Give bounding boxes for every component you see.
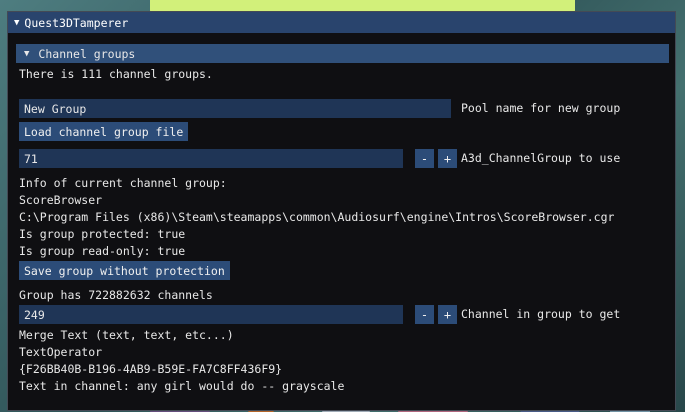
- group-count-text: There is 111 channel groups.: [19, 67, 213, 81]
- group-path-text: C:\Program Files (x86)\Steam\steamapps\c…: [19, 210, 615, 224]
- tamperer-window: ▼ Quest3DTamperer ▼ Channel groups There…: [7, 11, 676, 411]
- group-increment-button[interactable]: +: [438, 149, 457, 168]
- channel-name-text: TextOperator: [19, 345, 103, 359]
- channel-guid-text: {F26BB40B-B196-4AB9-B59E-FA7C8FF436F9}: [19, 362, 283, 376]
- pool-name-label: Pool name for new group: [461, 101, 621, 115]
- group-readonly-text: Is group read-only: true: [19, 244, 186, 258]
- channel-group-label: A3d_ChannelGroup to use: [461, 151, 621, 165]
- channel-index-input[interactable]: 249: [19, 305, 403, 324]
- window-title: Quest3DTamperer: [24, 15, 129, 30]
- group-name-text: ScoreBrowser: [19, 193, 103, 207]
- pool-name-input[interactable]: New Group: [19, 99, 451, 118]
- channel-type-text: Merge Text (text, text, etc...): [19, 328, 234, 342]
- channel-groups-header[interactable]: ▼ Channel groups: [16, 44, 669, 63]
- group-decrement-button[interactable]: -: [415, 149, 434, 168]
- info-heading: Info of current channel group:: [19, 176, 227, 190]
- window-titlebar[interactable]: ▼ Quest3DTamperer: [8, 12, 675, 33]
- channel-decrement-button[interactable]: -: [415, 305, 434, 324]
- triangle-down-icon[interactable]: ▼: [24, 49, 29, 59]
- section-title: Channel groups: [38, 46, 136, 61]
- group-protected-text: Is group protected: true: [19, 227, 186, 241]
- triangle-down-icon[interactable]: ▼: [14, 18, 19, 28]
- channel-content-text: Text in channel: any girl would do -- gr…: [19, 379, 345, 393]
- channel-group-input[interactable]: 71: [19, 149, 403, 168]
- save-without-protection-button[interactable]: Save group without protection: [19, 261, 230, 280]
- channel-increment-button[interactable]: +: [438, 305, 457, 324]
- load-channel-group-button[interactable]: Load channel group file: [19, 122, 189, 141]
- channel-count-text: Group has 722882632 channels: [19, 288, 213, 302]
- channel-index-label: Channel in group to get: [461, 307, 621, 321]
